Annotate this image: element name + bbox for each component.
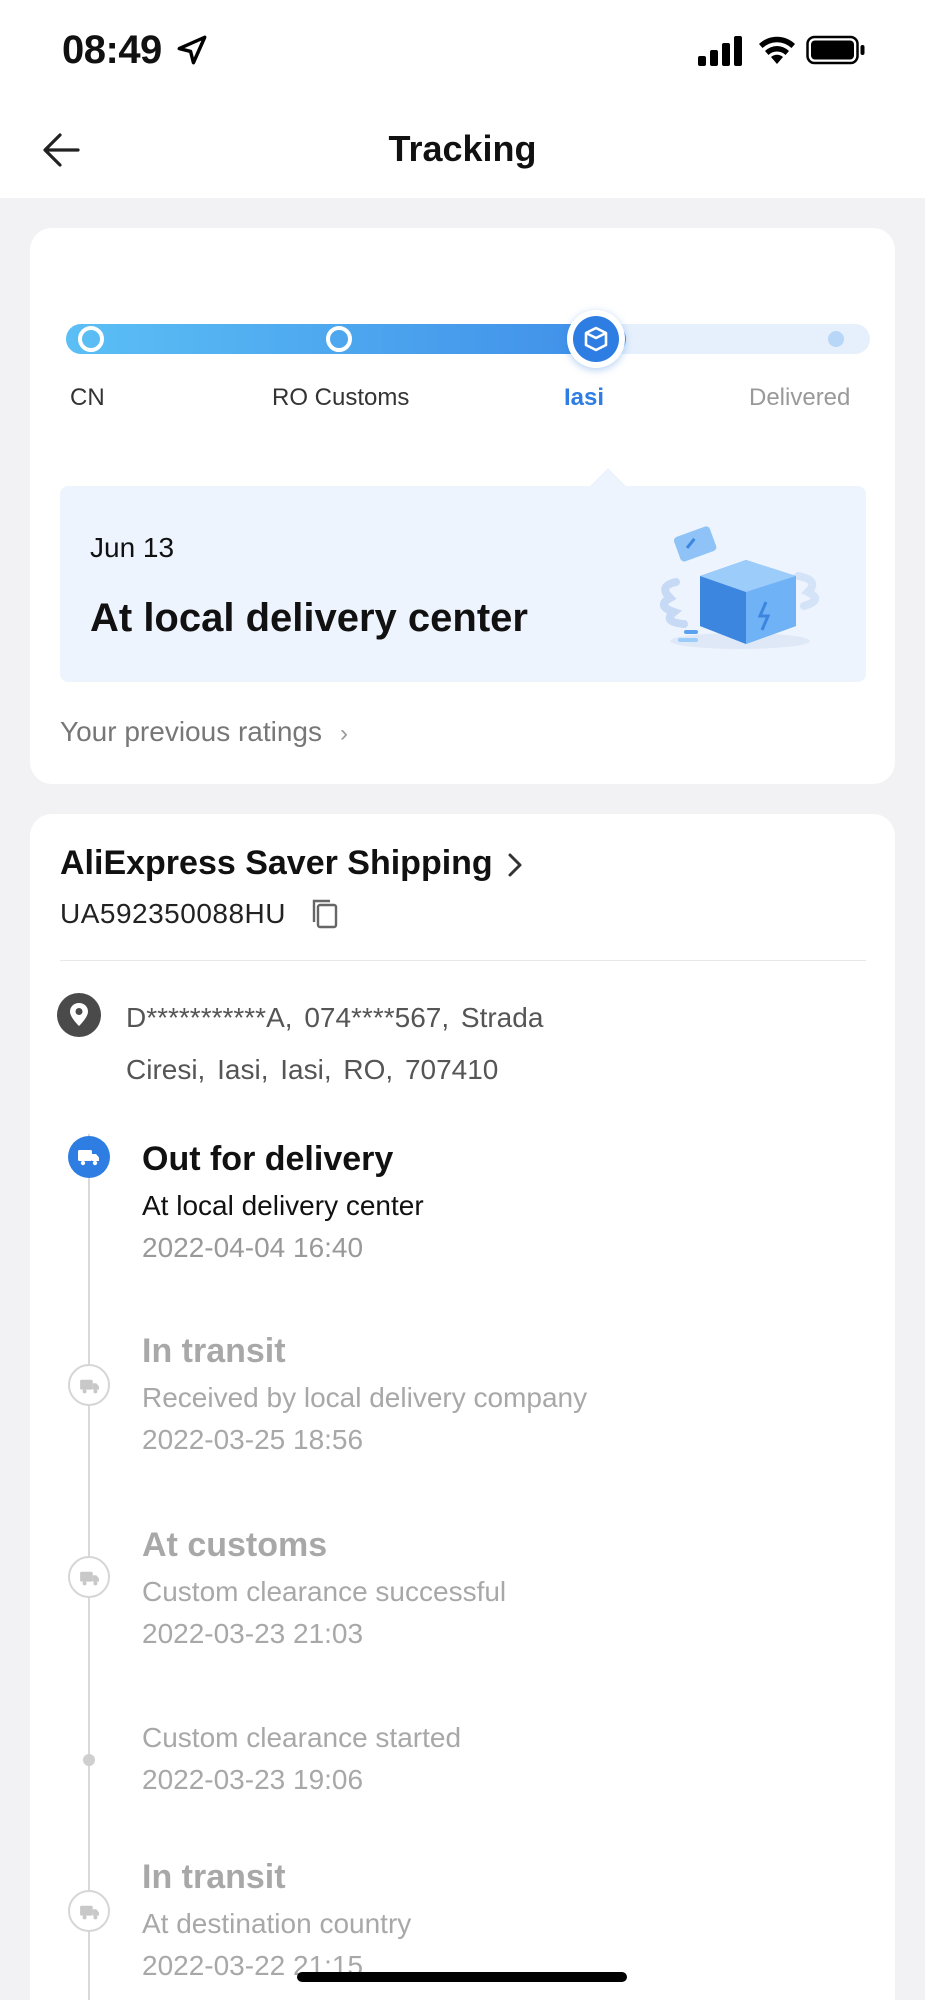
cellular-signal-icon	[698, 36, 742, 66]
location-arrow-icon	[177, 35, 207, 65]
event-title: Out for delivery	[142, 1140, 394, 1178]
delivery-address: D***********A, 074****567, Strada Ciresi…	[126, 992, 726, 1096]
truck-icon	[68, 1556, 110, 1598]
stage-label-iasi: Iasi	[564, 384, 605, 411]
battery-icon	[806, 35, 865, 65]
tracking-number: UA592350088HU	[60, 898, 286, 929]
event-description: Received by local delivery company	[142, 1382, 588, 1413]
status-pointer	[588, 468, 628, 488]
truck-icon	[68, 1136, 110, 1178]
stage-node-ro-customs	[326, 326, 352, 352]
tracking-progress-card: CN RO Customs Iasi Delivered Jun 13 At l…	[30, 228, 895, 784]
event-time: 2022-03-23 21:03	[142, 1618, 364, 1649]
parcel-illustration-icon	[660, 526, 819, 649]
nav-bar: Tracking	[0, 100, 925, 198]
stage-label-ro-customs: RO Customs	[272, 384, 410, 411]
chevron-right-icon[interactable]	[500, 848, 530, 882]
home-indicator	[297, 1972, 627, 1982]
status-text: At local delivery center	[90, 596, 528, 640]
previous-ratings-label: Your previous ratings	[60, 716, 323, 747]
truck-icon	[68, 1890, 110, 1932]
event-title: In transit	[142, 1332, 286, 1370]
shipping-method[interactable]: AliExpress Saver Shipping	[60, 844, 493, 883]
current-status-box: Jun 13 At local delivery center	[60, 486, 866, 682]
status-date: Jun 13	[90, 532, 175, 563]
stage-node-delivered	[828, 331, 844, 347]
event-description: At destination country	[142, 1908, 412, 1939]
event-description: At local delivery center	[142, 1190, 424, 1221]
event-description: Custom clearance started	[142, 1722, 462, 1753]
event-time: 2022-03-25 18:56	[142, 1424, 364, 1455]
stage-label-delivered: Delivered	[749, 384, 851, 411]
status-bar: 08:49	[0, 0, 925, 100]
truck-icon	[68, 1364, 110, 1406]
stage-label-cn: CN	[70, 384, 105, 411]
event-time: 2022-03-23 19:06	[142, 1764, 364, 1795]
copy-icon[interactable]	[308, 896, 342, 932]
divider	[60, 960, 866, 961]
previous-ratings-link[interactable]: Your previous ratings ›	[60, 716, 348, 748]
location-pin-icon	[57, 993, 101, 1037]
event-time: 2022-04-04 16:40	[142, 1232, 364, 1263]
timeline-dot	[83, 1754, 95, 1766]
event-title: At customs	[142, 1526, 328, 1564]
address-line-1: D***********A, 074****567, Strada	[126, 1002, 544, 1033]
status-time: 08:49	[62, 28, 162, 72]
stage-node-iasi-current	[567, 310, 625, 368]
event-title: In transit	[142, 1858, 286, 1896]
address-line-2: Ciresi, Iasi, Iasi, RO, 707410	[126, 1054, 499, 1085]
shipping-details-card: AliExpress Saver Shipping UA592350088HU …	[30, 814, 895, 2000]
event-description: Custom clearance successful	[142, 1576, 507, 1607]
chevron-right-icon: ›	[340, 720, 349, 747]
stage-node-cn	[78, 326, 104, 352]
parcel-box-icon	[584, 326, 608, 352]
wifi-icon	[759, 36, 795, 64]
page-title: Tracking	[388, 128, 537, 169]
